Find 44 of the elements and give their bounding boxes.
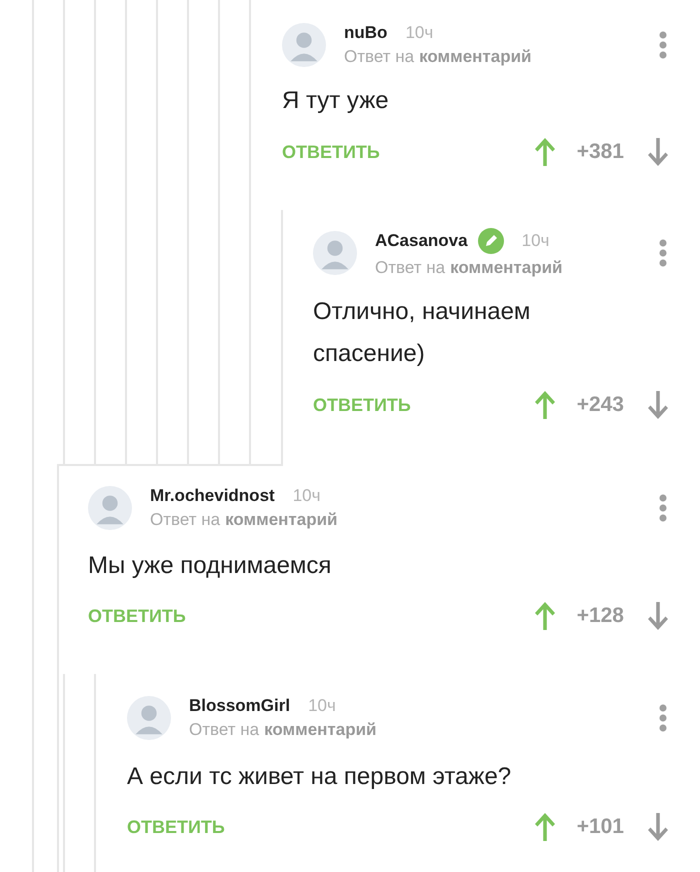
- more-menu-icon[interactable]: [658, 30, 668, 60]
- more-menu-icon[interactable]: [658, 493, 668, 523]
- reply-to-label: Ответ на: [150, 510, 220, 529]
- reply-to-label: Ответ на: [189, 720, 260, 739]
- downvote-icon[interactable]: [646, 136, 670, 168]
- reply-to-label: Ответ на: [375, 258, 446, 277]
- upvote-icon[interactable]: [532, 389, 557, 421]
- rating-count: +243: [576, 393, 624, 417]
- reply-button[interactable]: ОТВЕТИТЬ: [313, 394, 411, 416]
- comment-text: А если тс живет на первом этаже?: [127, 762, 512, 792]
- username[interactable]: nuBo: [344, 23, 388, 43]
- username[interactable]: ACasanova: [375, 231, 468, 251]
- parent-comment-link[interactable]: комментарий: [264, 720, 376, 739]
- reply-to-label: Ответ на: [344, 47, 414, 66]
- username[interactable]: Mr.ochevidnost: [150, 486, 275, 506]
- parent-comment-link[interactable]: комментарий: [450, 258, 562, 277]
- upvote-icon[interactable]: [532, 811, 557, 843]
- rating-count: +101: [576, 815, 624, 839]
- more-menu-icon[interactable]: [658, 703, 668, 733]
- avatar[interactable]: [282, 23, 326, 67]
- parent-comment-link[interactable]: комментарий: [225, 510, 338, 529]
- rating-count: +381: [576, 140, 624, 164]
- avatar[interactable]: [88, 486, 132, 530]
- more-menu-icon[interactable]: [658, 238, 668, 268]
- upvote-icon[interactable]: [532, 600, 557, 632]
- username[interactable]: BlossomGirl: [189, 696, 290, 716]
- comment-text: Мы уже поднимаемся: [88, 551, 332, 581]
- timestamp: 10ч: [292, 486, 320, 506]
- avatar[interactable]: [127, 696, 171, 740]
- timestamp: 10ч: [405, 23, 434, 43]
- reply-button[interactable]: ОТВЕТИТЬ: [282, 142, 380, 162]
- downvote-icon[interactable]: [646, 811, 670, 843]
- timestamp: 10ч: [522, 231, 550, 251]
- downvote-icon[interactable]: [646, 600, 670, 632]
- reply-button[interactable]: ОТВЕТИТЬ: [88, 606, 186, 626]
- reply-button[interactable]: ОТВЕТИТЬ: [127, 816, 225, 838]
- rating-count: +128: [576, 604, 624, 628]
- timestamp: 10ч: [308, 696, 336, 716]
- upvote-icon[interactable]: [532, 136, 557, 168]
- parent-comment-link[interactable]: комментарий: [419, 47, 532, 66]
- comment-text: Я тут уже: [282, 86, 390, 116]
- comment-text: Отлично, начинаем спасение): [313, 297, 532, 369]
- avatar[interactable]: [313, 231, 357, 275]
- downvote-icon[interactable]: [646, 389, 670, 421]
